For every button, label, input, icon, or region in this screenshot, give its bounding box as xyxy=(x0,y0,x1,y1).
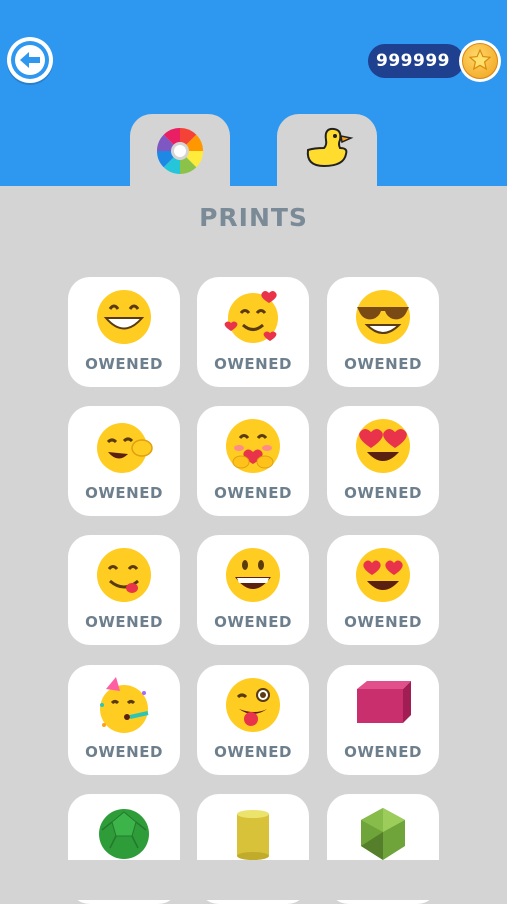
item-status: OWENED xyxy=(85,355,163,373)
item-card[interactable]: OWENED xyxy=(327,277,439,387)
sunglasses-emoji-icon xyxy=(356,290,410,344)
section-title: PRINTS xyxy=(199,203,308,232)
item-status: OWENED xyxy=(214,484,292,502)
item-card[interactable]: OWENED xyxy=(68,406,180,516)
duck-icon xyxy=(306,127,354,168)
pink-cube-icon xyxy=(357,681,411,723)
green-polyhedron-icon xyxy=(361,808,405,860)
big-smile-emoji-icon xyxy=(226,548,280,602)
item-card[interactable]: OWENED xyxy=(197,535,309,645)
item-card[interactable]: OWENED xyxy=(68,277,180,387)
party-emoji-icon xyxy=(100,677,149,733)
item-card[interactable]: OWENED xyxy=(68,535,180,645)
grinning-emoji-icon xyxy=(97,290,151,344)
item-card[interactable]: OWENED xyxy=(327,665,439,775)
coin-balance: 999999 xyxy=(368,44,464,78)
item-status: OWENED xyxy=(344,484,422,502)
heart-glasses-emoji-icon xyxy=(356,419,410,473)
item-card[interactable]: OWENED xyxy=(197,277,309,387)
item-card[interactable]: OWENED xyxy=(327,406,439,516)
item-status: OWENED xyxy=(344,355,422,373)
tab-colors[interactable] xyxy=(130,114,230,186)
yellow-cylinder-icon xyxy=(237,810,269,860)
coin-balance-value: 999999 xyxy=(376,51,450,71)
item-card[interactable]: OWENED xyxy=(68,665,180,775)
item-card[interactable]: OWENED xyxy=(327,535,439,645)
color-wheel-icon xyxy=(156,127,204,175)
item-status: OWENED xyxy=(214,355,292,373)
item-status: OWENED xyxy=(344,743,422,761)
green-ball-icon xyxy=(99,809,149,859)
star-coin-icon xyxy=(459,40,501,82)
heart-eyes-emoji-icon xyxy=(356,548,410,602)
bottom-clip xyxy=(0,860,507,900)
tab-shapes[interactable] xyxy=(277,114,377,186)
item-status: OWENED xyxy=(85,613,163,631)
hugging-emoji-icon xyxy=(226,419,280,473)
back-button[interactable] xyxy=(7,37,53,83)
item-status: OWENED xyxy=(214,743,292,761)
item-status: OWENED xyxy=(85,743,163,761)
item-card[interactable]: OWENED xyxy=(197,406,309,516)
item-card[interactable]: OWENED xyxy=(197,665,309,775)
item-status: OWENED xyxy=(214,613,292,631)
yum-emoji-icon xyxy=(97,548,151,602)
item-status: OWENED xyxy=(344,613,422,631)
wink-tongue-emoji-icon xyxy=(226,678,280,732)
smiling-hearts-emoji-icon xyxy=(224,291,278,343)
item-status: OWENED xyxy=(85,484,163,502)
back-arrow-icon xyxy=(15,45,45,75)
winking-hand-emoji-icon xyxy=(97,423,153,473)
top-bar xyxy=(0,0,507,186)
